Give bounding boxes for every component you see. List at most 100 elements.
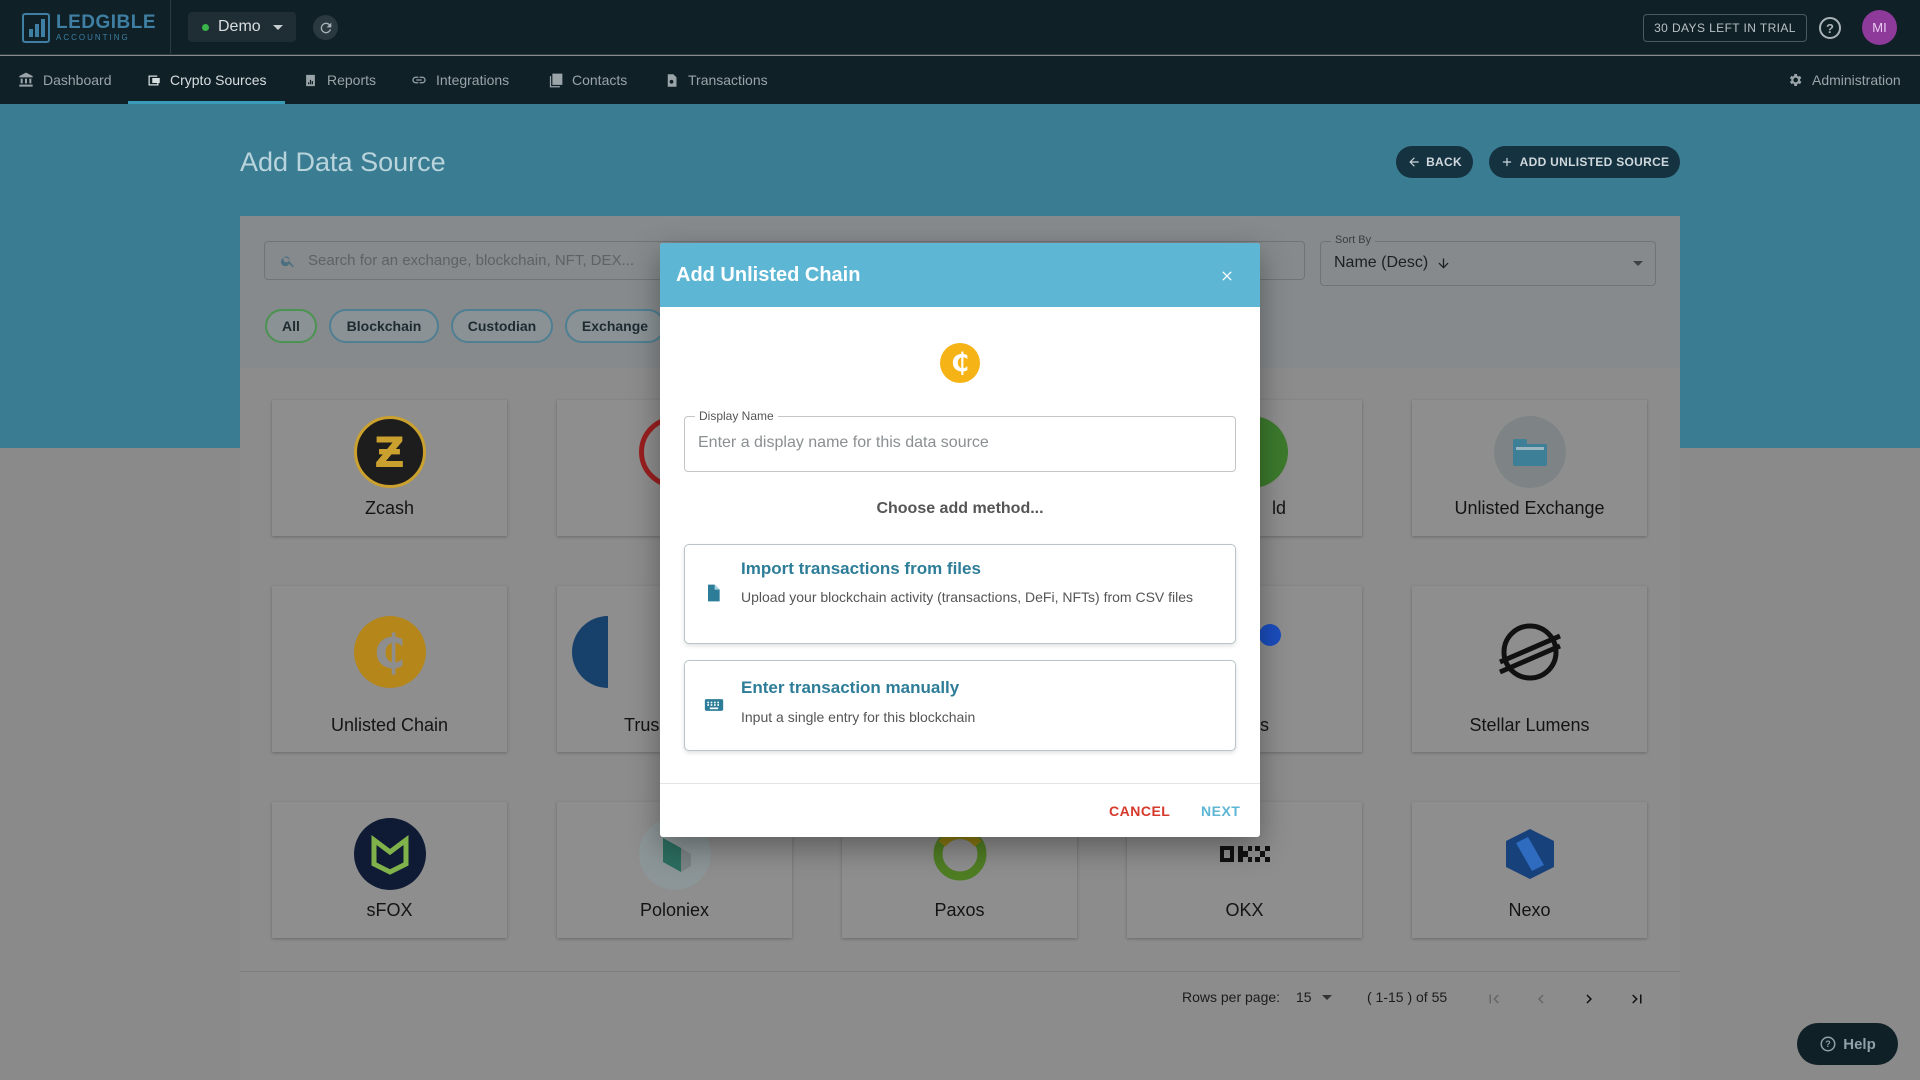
svg-text:?: ? (1825, 1039, 1831, 1049)
cancel-button[interactable]: CANCEL (1109, 803, 1170, 819)
nav-crypto-sources[interactable]: Crypto Sources (146, 56, 266, 104)
close-icon (1222, 271, 1232, 281)
source-card-sfox[interactable]: sFOX (272, 802, 507, 938)
logo-subtext: ACCOUNTING (56, 33, 130, 42)
source-name: Paxos (934, 900, 985, 920)
source-name: Unlisted Chain (330, 715, 449, 735)
wallet-icon (148, 75, 160, 85)
pagination-range: ( 1-15 ) of 55 (1367, 989, 1448, 1005)
choose-method-text: Choose add method... (876, 500, 1044, 517)
arrow-down-icon (1438, 258, 1449, 268)
chip-all[interactable]: All (265, 309, 317, 343)
chevron-down-icon (272, 24, 283, 30)
nav-label: Contacts (572, 72, 628, 88)
logo-mark-icon (22, 13, 50, 43)
trial-badge[interactable]: 30 DAYS LEFT IN TRIAL (1643, 14, 1807, 42)
nav-reports[interactable]: Reports (303, 56, 376, 104)
chevron-right-icon (1586, 994, 1592, 1004)
nav-label: Integrations (436, 72, 510, 88)
nav-label: Dashboard (43, 72, 112, 88)
folder-icon (1493, 416, 1566, 488)
next-page-button[interactable] (1579, 989, 1599, 1009)
refresh-button[interactable] (313, 15, 338, 40)
page-title: Add Data Source (240, 147, 446, 177)
stellar-icon (1494, 616, 1566, 688)
nav-contacts[interactable]: Contacts (548, 56, 627, 104)
arrow-left-icon (1409, 157, 1419, 167)
zcash-icon: Ƶ (353, 416, 426, 488)
help-icon[interactable]: ? (1819, 17, 1841, 39)
source-card-unlisted-chain[interactable]: ₵ Unlisted Chain (272, 586, 507, 752)
workspace-name: Demo (218, 18, 261, 35)
chevron-down-icon (1321, 994, 1332, 1000)
nav-label: Administration (1812, 72, 1901, 88)
manual-entry-option[interactable]: Enter transaction manually Input a singl… (684, 660, 1236, 751)
chip-exchange[interactable]: Exchange (565, 309, 665, 343)
logo-text: LEDGIBLE (56, 12, 157, 33)
sort-by-value: Name (Desc) (1334, 254, 1429, 271)
nav-label: Reports (327, 72, 377, 88)
display-name-input[interactable] (698, 434, 1218, 452)
help-icon: ? (1820, 1036, 1836, 1052)
user-avatar[interactable]: MI (1862, 10, 1897, 45)
help-button[interactable]: ? Help (1797, 1023, 1898, 1065)
source-card-zcash[interactable]: Ƶ Zcash (272, 400, 507, 536)
chip-custodian[interactable]: Custodian (451, 309, 553, 343)
chip-blockchain[interactable]: Blockchain (329, 309, 439, 343)
source-card-unlisted-exchange[interactable]: Unlisted Exchange (1412, 400, 1647, 536)
dialog-footer-divider (660, 783, 1260, 784)
add-unlisted-chain-dialog: Add Unlisted Chain ₵ Display Name Choose… (660, 243, 1260, 837)
help-label: Help (1843, 1035, 1876, 1053)
source-card-nexo[interactable]: Nexo (1412, 802, 1647, 938)
display-name-field[interactable]: Display Name (684, 409, 1236, 472)
nav-integrations[interactable]: Integrations (411, 56, 509, 104)
source-name: Poloniex (639, 900, 710, 920)
import-files-option[interactable]: Import transactions from files Upload yo… (684, 544, 1236, 644)
refresh-icon (320, 22, 331, 33)
workspace-selector[interactable]: Demo (188, 12, 296, 42)
nav-dashboard[interactable]: Dashboard (18, 56, 112, 104)
close-button[interactable] (1215, 264, 1239, 288)
last-page-icon (1632, 994, 1642, 1004)
coin-icon: ₵ (940, 343, 980, 383)
first-page-icon (1489, 994, 1499, 1004)
link-icon (412, 76, 426, 84)
trust-icon (572, 616, 608, 688)
contacts-icon (549, 73, 563, 87)
back-button[interactable]: BACK (1396, 146, 1473, 178)
prev-page-button[interactable] (1531, 989, 1551, 1009)
add-unlisted-label: ADD UNLISTED SOURCE (1519, 155, 1670, 169)
coin-icon: ₵ (353, 616, 426, 688)
nexo-icon (1494, 818, 1566, 890)
first-page-button[interactable] (1484, 989, 1504, 1009)
add-unlisted-source-button[interactable]: ADD UNLISTED SOURCE (1489, 146, 1680, 178)
search-icon (280, 255, 294, 267)
rows-per-page-select[interactable]: 15 (1296, 989, 1332, 1005)
nav-label: Crypto Sources (170, 72, 267, 88)
nav-transactions[interactable]: Transactions (664, 56, 768, 104)
plus-icon (1502, 157, 1511, 167)
app-logo[interactable]: LEDGIBLE ACCOUNTING (22, 12, 172, 44)
chevron-left-icon (1538, 994, 1544, 1004)
last-page-button[interactable] (1627, 989, 1647, 1009)
source-name: Stellar Lumens (1469, 715, 1590, 735)
status-dot-icon (202, 23, 209, 31)
chevron-down-icon (1633, 261, 1643, 266)
source-card-stellar[interactable]: Stellar Lumens (1412, 586, 1647, 752)
next-button[interactable]: NEXT (1201, 803, 1240, 819)
option-title: Import transactions from files (741, 559, 981, 578)
option-title: Enter transaction manually (741, 678, 960, 697)
bank-icon (19, 72, 33, 87)
sort-by-select[interactable]: Sort By Name (Desc) (1320, 234, 1656, 286)
source-name: Nexo (1508, 900, 1551, 920)
source-name: OKX (1225, 900, 1264, 920)
blue-dot-icon (1259, 624, 1281, 646)
back-label: BACK (1426, 155, 1462, 169)
source-name: Unlisted Exchange (1454, 498, 1605, 518)
display-name-label: Display Name (695, 409, 778, 423)
option-description: Input a single entry for this blockchain (741, 709, 976, 725)
nav-administration[interactable]: Administration (1787, 56, 1901, 104)
sort-by-label: Sort By (1331, 234, 1376, 246)
nav-label: Transactions (688, 72, 768, 88)
report-icon (306, 74, 315, 86)
